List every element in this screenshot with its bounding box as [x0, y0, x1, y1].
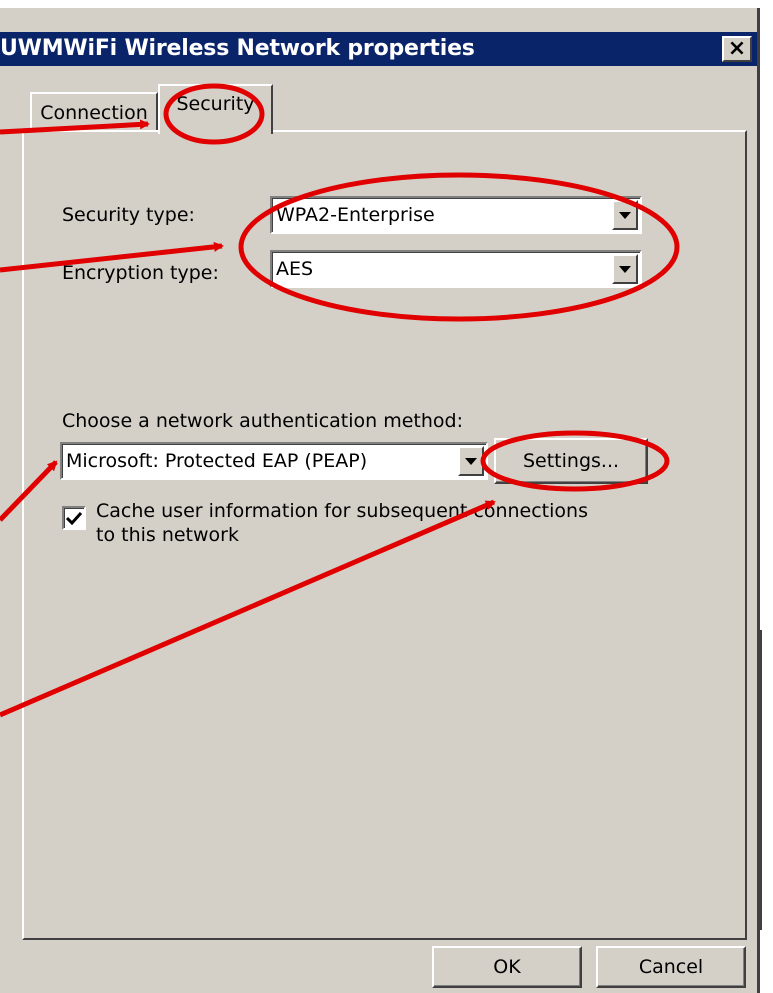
security-type-dropdown-button[interactable]: [612, 200, 638, 230]
auth-method-select[interactable]: Microsoft: Protected EAP (PEAP): [60, 442, 488, 480]
settings-button-label: Settings...: [522, 450, 620, 472]
chevron-down-icon: [619, 265, 631, 273]
tab-connection-label: Connection: [40, 102, 148, 124]
encryption-type-dropdown-button[interactable]: [612, 254, 638, 284]
tab-connection[interactable]: Connection: [30, 92, 158, 132]
tab-security-label: Security: [176, 93, 255, 115]
ok-button-label: OK: [493, 956, 521, 978]
cancel-button[interactable]: Cancel: [596, 946, 746, 988]
close-icon: ×: [727, 36, 747, 61]
settings-button[interactable]: Settings...: [494, 438, 648, 484]
encryption-type-select[interactable]: AES: [270, 250, 642, 288]
dialog-titlebar: UWMWiFi Wireless Network properties ×: [0, 32, 757, 66]
ok-button[interactable]: OK: [432, 946, 582, 988]
auth-method-label: Choose a network authentication method:: [62, 410, 464, 432]
tab-security[interactable]: Security: [158, 84, 273, 134]
security-type-value: WPA2-Enterprise: [276, 204, 435, 226]
cache-user-info-checkbox[interactable]: [62, 506, 86, 530]
security-type-select[interactable]: WPA2-Enterprise: [270, 196, 642, 234]
security-type-label: Security type:: [62, 204, 195, 226]
chevron-down-icon: [619, 211, 631, 219]
cancel-button-label: Cancel: [638, 956, 704, 978]
cache-user-info-label-line2: to this network: [96, 524, 239, 546]
encryption-type-label: Encryption type:: [62, 262, 219, 284]
chevron-down-icon: [465, 457, 477, 465]
cache-user-info-label-line1: Cache user information for subsequent co…: [96, 500, 588, 522]
background-window-edge: [760, 630, 773, 930]
auth-method-value: Microsoft: Protected EAP (PEAP): [66, 450, 368, 472]
dialog-title: UWMWiFi Wireless Network properties: [0, 36, 475, 61]
auth-method-dropdown-button[interactable]: [458, 446, 484, 476]
close-button[interactable]: ×: [722, 36, 752, 62]
check-icon: [66, 511, 82, 525]
encryption-type-value: AES: [276, 258, 314, 280]
